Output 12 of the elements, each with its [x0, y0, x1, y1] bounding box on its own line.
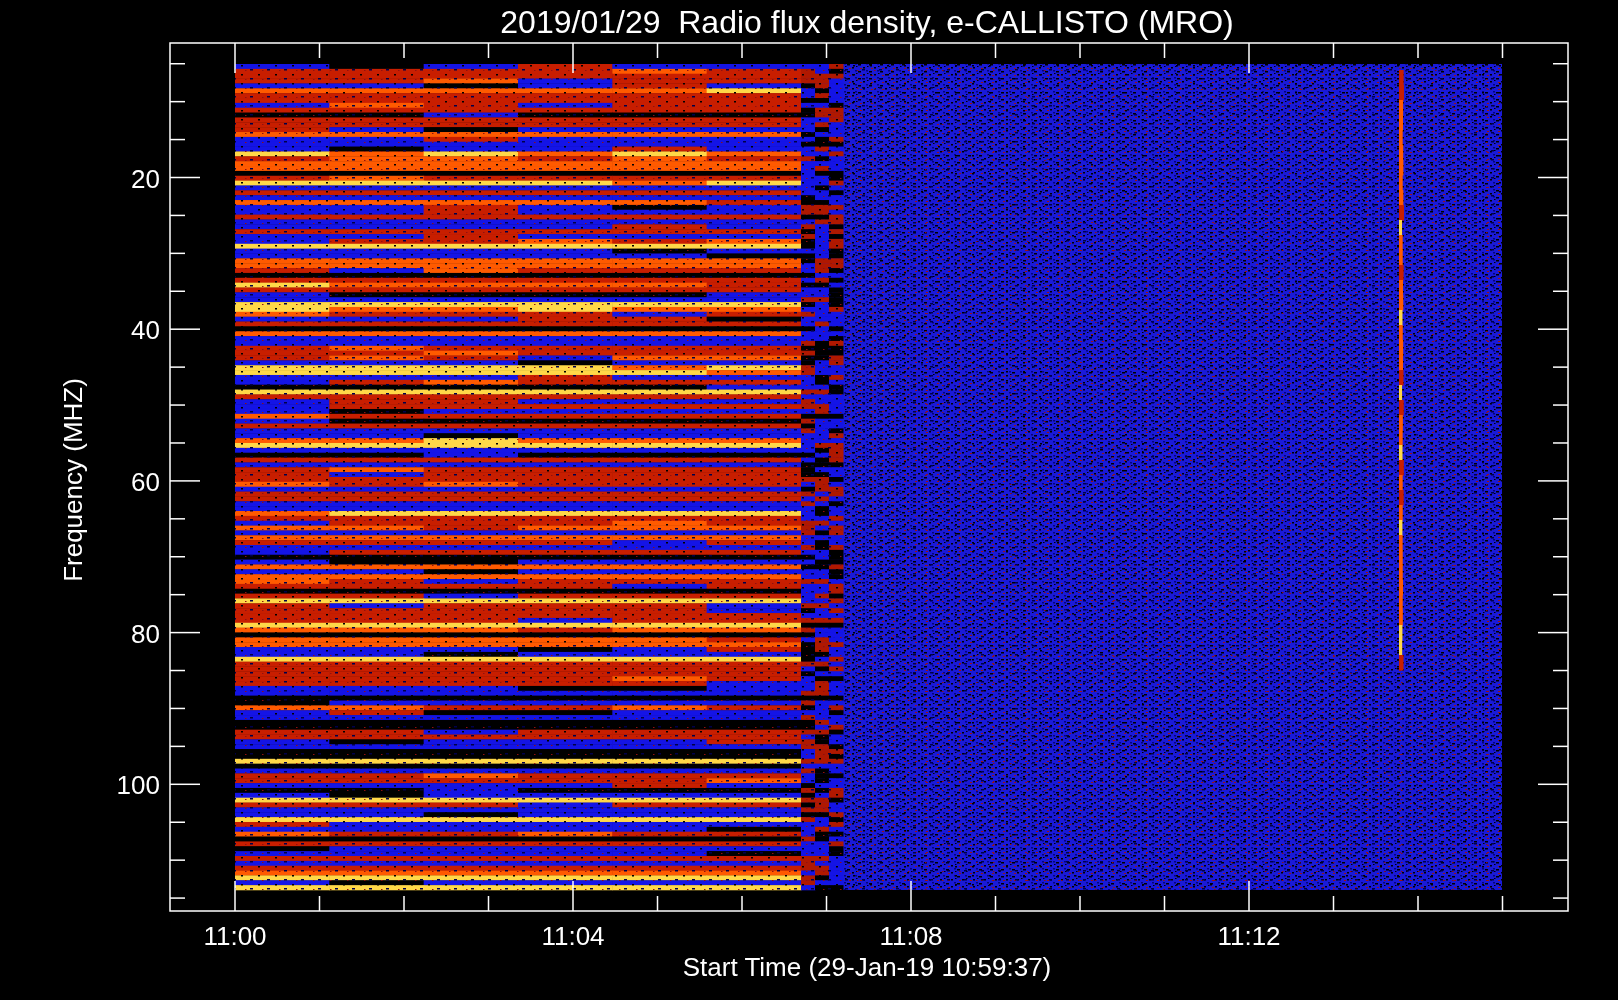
tick-label: 80: [131, 618, 160, 649]
tick-label: 60: [131, 466, 160, 497]
tick-label: 20: [131, 163, 160, 194]
chart-title: 2019/01/29 Radio flux density, e-CALLISTO (MRO): [500, 4, 1234, 40]
axis-title: Frequency (MHZ): [58, 378, 88, 582]
tick-label: 11:08: [879, 921, 943, 951]
tick-label: 11:04: [541, 921, 605, 951]
axis-title: Start Time (29-Jan-19 10:59:37): [682, 952, 1052, 982]
tick-label: 11:12: [1217, 921, 1281, 951]
tick-label: 40: [131, 315, 160, 346]
tick-label: 100: [116, 770, 160, 801]
tick-label: 11:00: [203, 921, 267, 951]
